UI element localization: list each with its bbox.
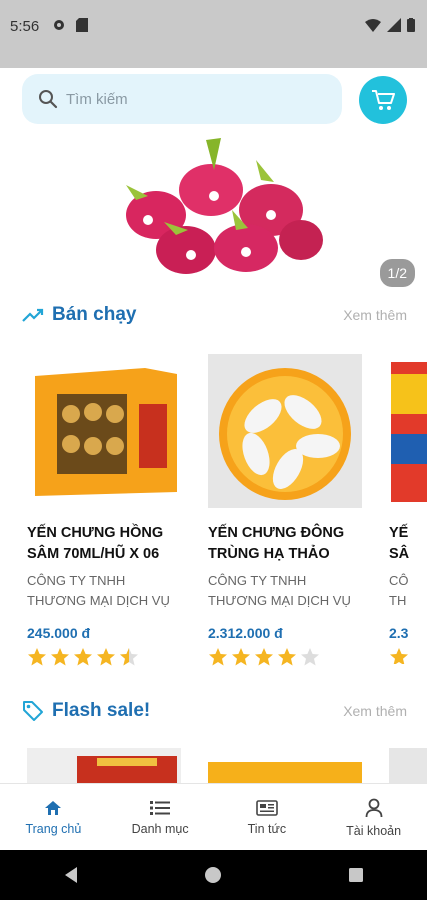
product-name: YẾ SÂ bbox=[389, 525, 410, 562]
product-image[interactable] bbox=[208, 748, 362, 783]
product-image bbox=[27, 354, 181, 508]
tag-icon bbox=[23, 701, 43, 721]
nav-label: Tài khoản bbox=[346, 823, 402, 838]
nav-account[interactable]: Tài khoản bbox=[320, 784, 427, 851]
product-rating bbox=[208, 647, 364, 667]
home-icon bbox=[45, 800, 62, 815]
product-image bbox=[208, 354, 362, 508]
best-sellers-see-more-link[interactable]: Xem thêm bbox=[343, 307, 407, 323]
wifi-icon bbox=[365, 19, 381, 32]
flash-sale-header: Flash sale! Xem thêm bbox=[22, 696, 407, 726]
status-bar: 5:56 bbox=[0, 0, 427, 68]
product-image[interactable] bbox=[389, 748, 427, 783]
product-card[interactable]: YẾN CHƯNG ĐÔNG TRÙNG HẠ THẢO CÔNG TY TNH… bbox=[208, 354, 364, 667]
best-sellers-header: Bán chạy Xem thêm bbox=[22, 300, 407, 330]
flash-sale-list bbox=[0, 748, 427, 783]
status-time: 5:56 bbox=[10, 18, 40, 35]
cart-button[interactable] bbox=[359, 76, 407, 124]
nav-categories[interactable]: Danh mục bbox=[107, 784, 214, 851]
nav-news[interactable]: Tin tức bbox=[214, 784, 321, 851]
search-bar[interactable]: Tìm kiếm bbox=[22, 74, 342, 124]
trending-up-icon bbox=[22, 308, 44, 322]
banner-image[interactable] bbox=[96, 130, 336, 286]
list-icon bbox=[150, 800, 171, 815]
nav-label: Trang chủ bbox=[25, 821, 82, 836]
star-icon bbox=[28, 648, 46, 666]
nav-home[interactable]: Trang chủ bbox=[0, 784, 107, 851]
product-price: 245.000 đ bbox=[27, 625, 91, 641]
star-icon bbox=[74, 648, 92, 666]
star-icon bbox=[390, 648, 408, 664]
product-card[interactable]: YẾ SÂ CÔ TH 2.3 bbox=[389, 354, 427, 664]
best-sellers-title: Bán chạy bbox=[52, 304, 137, 325]
star-icon bbox=[97, 648, 115, 666]
home-screen: Tìm kiếm 1/2 Bán chạy Xem thêm YẾN CHƯNG… bbox=[0, 68, 427, 783]
product-rating bbox=[27, 647, 183, 667]
star-icon bbox=[51, 648, 69, 666]
signal-icon bbox=[387, 18, 401, 32]
flash-sale-see-more-link[interactable]: Xem thêm bbox=[343, 703, 407, 719]
star-empty-icon bbox=[301, 648, 319, 666]
battery-icon bbox=[407, 18, 415, 32]
product-image bbox=[389, 354, 427, 508]
recents-icon[interactable] bbox=[348, 867, 364, 883]
product-name: YẾN CHƯNG HỒNG SÂM 70ML/HŨ X 06 bbox=[27, 525, 164, 562]
star-icon bbox=[209, 648, 227, 666]
star-half-icon bbox=[120, 648, 138, 666]
settings-icon bbox=[54, 20, 64, 30]
nav-label: Danh mục bbox=[131, 821, 189, 836]
system-navigation-bar bbox=[0, 850, 427, 900]
star-icon bbox=[232, 648, 250, 666]
back-icon[interactable] bbox=[63, 866, 79, 884]
banner-page-indicator: 1/2 bbox=[379, 259, 415, 287]
search-placeholder: Tìm kiếm bbox=[66, 90, 128, 108]
search-icon bbox=[39, 90, 58, 109]
news-icon bbox=[256, 799, 278, 816]
product-company: CÔ TH bbox=[389, 573, 409, 608]
product-company: CÔNG TY TNHH THƯƠNG MẠI DỊCH VỤ bbox=[208, 573, 351, 608]
product-name: YẾN CHƯNG ĐÔNG TRÙNG HẠ THẢO bbox=[208, 525, 345, 562]
product-rating bbox=[389, 647, 427, 664]
star-icon bbox=[255, 648, 273, 666]
product-card[interactable]: YẾN CHƯNG HỒNG SÂM 70ML/HŨ X 06 CÔNG TY … bbox=[27, 354, 183, 667]
bottom-navigation: Trang chủ Danh mục Tin tức Tài khoản bbox=[0, 783, 427, 851]
product-image[interactable] bbox=[27, 748, 181, 783]
home-button-icon[interactable] bbox=[204, 866, 222, 884]
product-price: 2.3 bbox=[389, 625, 409, 641]
cart-icon bbox=[372, 90, 395, 110]
star-icon bbox=[278, 648, 296, 666]
product-company: CÔNG TY TNHH THƯƠNG MẠI DỊCH VỤ bbox=[27, 573, 170, 608]
flash-sale-title: Flash sale! bbox=[52, 700, 151, 721]
best-sellers-list: YẾN CHƯNG HỒNG SÂM 70ML/HŨ X 06 CÔNG TY … bbox=[0, 354, 427, 667]
sim-card-icon bbox=[76, 18, 88, 32]
account-icon bbox=[365, 798, 383, 817]
nav-label: Tin tức bbox=[247, 821, 287, 836]
product-price: 2.312.000 đ bbox=[208, 625, 283, 641]
